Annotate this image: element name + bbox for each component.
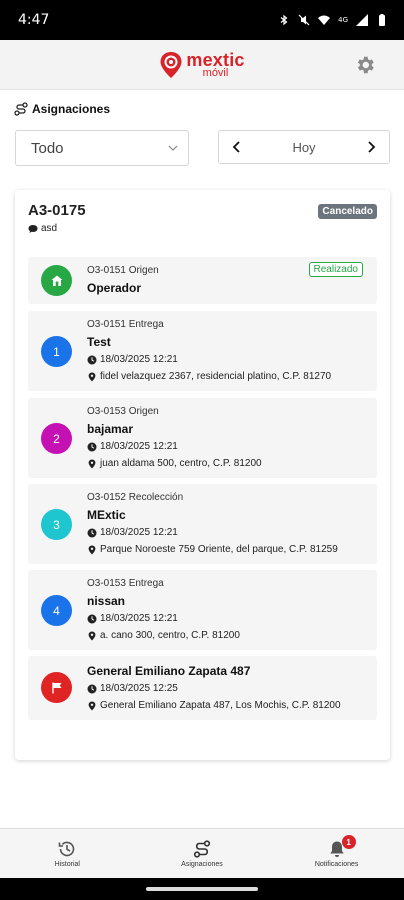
signal-icon bbox=[356, 14, 368, 26]
route-icon bbox=[193, 840, 211, 858]
battery-icon bbox=[379, 14, 385, 26]
clock-icon bbox=[87, 614, 97, 623]
stop-datetime: 18/03/2025 12:21 bbox=[87, 613, 178, 624]
stop-datetime: 18/03/2025 12:21 bbox=[87, 527, 178, 538]
stop-marker bbox=[41, 265, 72, 296]
home-gesture-handle[interactable] bbox=[146, 887, 258, 891]
stop-datetime-text: 18/03/2025 12:25 bbox=[100, 683, 178, 694]
assignment-note: asd bbox=[28, 223, 57, 234]
stop-address-text: a. cano 300, centro, C.P. 81200 bbox=[100, 630, 240, 641]
app-logo: mextic móvil bbox=[159, 51, 244, 79]
next-day-button[interactable] bbox=[365, 141, 377, 153]
stop-item[interactable]: 3 O3-0152 Recolección MExtic 18/03/2025 … bbox=[28, 484, 377, 564]
stop-name: Operador bbox=[87, 281, 142, 295]
clock-icon bbox=[87, 442, 97, 451]
section-title-text: Asignaciones bbox=[32, 102, 111, 116]
stop-address-text: General Emiliano Zapata 487, Los Mochis,… bbox=[100, 700, 341, 711]
comment-icon bbox=[28, 224, 38, 233]
stop-address: juan aldama 500, centro, C.P. 81200 bbox=[87, 458, 262, 469]
stop-name: bajamar bbox=[87, 422, 134, 436]
stop-address-text: Parque Noroeste 759 Oriente, del parque,… bbox=[100, 544, 338, 555]
map-marker-icon bbox=[88, 372, 96, 381]
map-marker-icon bbox=[88, 631, 96, 640]
stop-datetime: 18/03/2025 12:21 bbox=[87, 354, 178, 365]
stop-number-marker: 1 bbox=[41, 336, 72, 367]
route-icon bbox=[14, 102, 28, 116]
stop-item[interactable]: 1 O3-0151 Entrega Test 18/03/2025 12:21 … bbox=[28, 311, 377, 391]
wifi-icon bbox=[318, 15, 331, 25]
stop-address: Parque Noroeste 759 Oriente, del parque,… bbox=[87, 544, 338, 555]
clock-icon bbox=[87, 355, 97, 364]
completed-badge: Realizado bbox=[308, 262, 363, 277]
history-icon bbox=[59, 841, 75, 857]
stop-address: a. cano 300, centro, C.P. 81200 bbox=[87, 630, 240, 641]
chevron-down-icon bbox=[168, 145, 178, 151]
status-time: 4:47 bbox=[18, 12, 50, 28]
status-bar: 4:47 4G bbox=[0, 0, 404, 40]
stop-datetime-text: 18/03/2025 12:21 bbox=[100, 613, 178, 624]
stop-name: MExtic bbox=[87, 508, 126, 522]
status-icons: 4G bbox=[278, 14, 388, 26]
nav-label: Asignaciones bbox=[181, 861, 223, 868]
stop-ref: O3-0151 Origen bbox=[87, 265, 159, 276]
stop-address: fidel velazquez 2367, residencial platin… bbox=[87, 371, 331, 382]
nav-item-notificaciones[interactable]: 1 Notificaciones bbox=[287, 835, 387, 868]
stop-item[interactable]: 4 O3-0153 Entrega nissan 18/03/2025 12:2… bbox=[28, 570, 377, 650]
nav-label: Historial bbox=[54, 861, 80, 868]
stop-ref: O3-0152 Recolección bbox=[87, 492, 184, 503]
location-pin-logo-icon bbox=[160, 51, 182, 78]
status-badge: Cancelado bbox=[318, 204, 377, 219]
map-marker-icon bbox=[88, 545, 96, 554]
stop-item-origin[interactable]: O3-0151 Origen Operador Realizado bbox=[28, 257, 377, 304]
bottom-navigation: Historial Asignaciones 1 Notificaciones bbox=[0, 828, 404, 878]
stop-datetime-text: 18/03/2025 12:21 bbox=[100, 441, 178, 452]
filter-selected-value: Todo bbox=[31, 139, 64, 157]
house-icon bbox=[51, 275, 62, 286]
gesture-bar bbox=[0, 878, 404, 900]
bluetooth-icon bbox=[280, 14, 288, 26]
assignment-note-text: asd bbox=[41, 223, 58, 234]
stop-name: Test bbox=[87, 335, 111, 349]
nav-label: Notificaciones bbox=[314, 861, 359, 868]
mute-icon bbox=[298, 14, 310, 26]
stop-datetime-text: 18/03/2025 12:21 bbox=[100, 527, 178, 538]
stop-datetime: 18/03/2025 12:21 bbox=[87, 441, 178, 452]
stop-ref: O3-0151 Entrega bbox=[87, 319, 164, 330]
stop-number-marker: 3 bbox=[41, 509, 72, 540]
network-type: 4G bbox=[338, 16, 348, 24]
stop-address-text: juan aldama 500, centro, C.P. 81200 bbox=[100, 458, 262, 469]
previous-day-button[interactable] bbox=[231, 141, 243, 153]
stop-ref: O3-0153 Origen bbox=[87, 406, 159, 417]
notification-count-badge: 1 bbox=[341, 835, 356, 849]
stop-name: nissan bbox=[87, 594, 126, 608]
logo-text: mextic bbox=[186, 49, 245, 70]
logo-subtext: móvil bbox=[202, 66, 229, 79]
nav-item-asignaciones[interactable]: Asignaciones bbox=[152, 839, 252, 868]
flag-icon bbox=[51, 682, 61, 693]
nav-item-historial[interactable]: Historial bbox=[17, 839, 117, 868]
date-navigator: Hoy bbox=[218, 130, 390, 164]
map-marker-icon bbox=[88, 459, 96, 468]
stop-ref: O3-0153 Entrega bbox=[87, 578, 164, 589]
stop-number-marker: 4 bbox=[41, 595, 72, 626]
stop-datetime: 18/03/2025 12:25 bbox=[87, 683, 178, 694]
stop-number-marker: 2 bbox=[41, 423, 72, 454]
stop-item-destination[interactable]: General Emiliano Zapata 487 18/03/2025 1… bbox=[28, 656, 377, 720]
app-header: mextic móvil bbox=[0, 40, 404, 90]
assignment-card[interactable]: A3-0175 asd Cancelado O3-0151 Origen Ope… bbox=[15, 190, 390, 760]
assignment-id: A3-0175 bbox=[28, 202, 86, 219]
stop-datetime-text: 18/03/2025 12:21 bbox=[100, 354, 178, 365]
stop-name: General Emiliano Zapata 487 bbox=[87, 664, 251, 678]
stop-item[interactable]: 2 O3-0153 Origen bajamar 18/03/2025 12:2… bbox=[28, 398, 377, 478]
stop-address-text: fidel velazquez 2367, residencial platin… bbox=[100, 371, 332, 382]
filter-select[interactable]: Todo bbox=[15, 130, 189, 166]
stop-marker bbox=[41, 672, 72, 703]
settings-gear-icon[interactable] bbox=[354, 54, 376, 76]
date-label: Hoy bbox=[292, 139, 316, 155]
stop-address: General Emiliano Zapata 487, Los Mochis,… bbox=[87, 700, 341, 711]
map-marker-icon bbox=[88, 701, 96, 710]
clock-icon bbox=[87, 684, 97, 693]
clock-icon bbox=[87, 528, 97, 537]
section-title: Asignaciones bbox=[14, 102, 110, 116]
